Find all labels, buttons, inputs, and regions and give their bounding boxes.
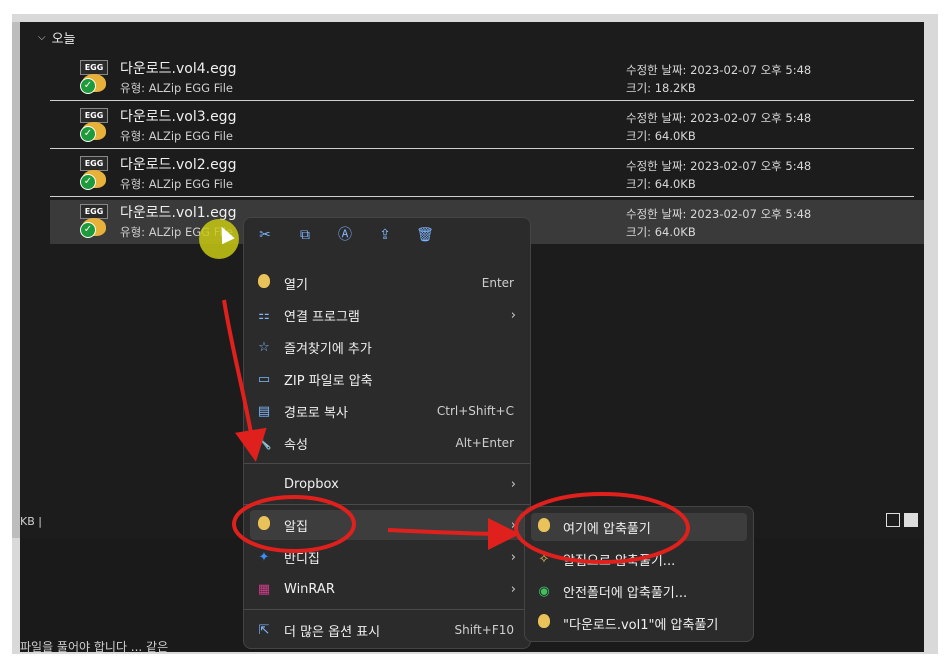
sync-check-icon: ✓ — [80, 78, 96, 94]
submenu-extract-here[interactable]: 여기에 압축풀기 — [531, 513, 747, 541]
file-size: 크기: 64.0KB — [626, 177, 696, 191]
file-date: 수정한 날짜: 2023-02-07 오후 5:48 — [626, 207, 812, 221]
menu-item-properties[interactable]: 🔧 속성 Alt+Enter — [250, 428, 524, 458]
winrar-icon: ▦ — [257, 581, 271, 597]
menu-item-add-favorite[interactable]: ☆ 즐겨찾기에 추가 — [250, 332, 524, 362]
file-type: 유형: ALZip EGG File — [120, 177, 233, 191]
view-toggle[interactable] — [886, 513, 918, 527]
egg-icon — [531, 518, 557, 536]
group-header[interactable]: ⌵ 오늘 — [38, 28, 76, 47]
file-row[interactable]: EGG ✓ 다운로드.vol2.egg 유형: ALZip EGG File 수정… — [50, 152, 914, 197]
wrench-icon: 🔧 — [255, 435, 273, 451]
menu-item-open[interactable]: 열기 Enter — [250, 268, 524, 298]
submenu-extract-with-alzip[interactable]: ✧ 알집으로 압축풀기... — [531, 545, 747, 573]
file-name: 다운로드.vol3.egg — [120, 109, 237, 125]
details-view-icon[interactable] — [886, 513, 900, 527]
file-type: 유형: ALZip EGG File — [120, 129, 233, 143]
file-row[interactable]: EGG ✓ 다운로드.vol3.egg 유형: ALZip EGG File 수정… — [50, 104, 914, 149]
menu-item-copy-path[interactable]: ▤ 경로로 복사 Ctrl+Shift+C — [250, 396, 524, 426]
egg-file-icon: EGG ✓ — [80, 108, 110, 142]
sync-check-icon: ✓ — [80, 126, 96, 142]
delete-icon[interactable]: 🗑 — [416, 226, 434, 244]
menu-item-zip[interactable]: ▭ ZIP 파일로 압축 — [250, 364, 524, 394]
sync-check-icon: ✓ — [80, 222, 96, 238]
menu-item-bandizip[interactable]: ✦ 반디집 › — [250, 542, 524, 572]
rename-icon[interactable]: Ⓐ — [336, 226, 354, 244]
file-date: 수정한 날짜: 2023-02-07 오후 5:48 — [626, 63, 812, 77]
open-with-icon: ⚏ — [258, 307, 270, 323]
menu-item-alzip[interactable]: 알집 › — [250, 510, 524, 540]
safe-folder-icon: ◉ — [538, 583, 550, 599]
chevron-right-icon: › — [510, 476, 516, 492]
menu-separator — [244, 463, 530, 464]
alzip-submenu: 여기에 압축풀기 ✧ 알집으로 압축풀기... ◉ 안전폴더에 압축풀기... … — [524, 506, 754, 642]
menu-separator — [244, 504, 530, 505]
menu-item-winrar[interactable]: ▦ WinRAR › — [250, 574, 524, 604]
bandizip-icon: ✦ — [258, 549, 270, 565]
file-date: 수정한 날짜: 2023-02-07 오후 5:48 — [626, 111, 812, 125]
chevron-right-icon: › — [510, 549, 516, 565]
egg-file-icon: EGG ✓ — [80, 204, 110, 238]
egg-icon — [531, 614, 557, 632]
file-row[interactable]: EGG ✓ 다운로드.vol4.egg 유형: ALZip EGG File 수정… — [50, 56, 914, 101]
context-menu: ✂ ⧉ Ⓐ ⇪ 🗑 열기 Enter ⚏ 연결 프로그램 › ☆ 즐겨찾기에 추… — [243, 217, 531, 649]
egg-file-icon: EGG ✓ — [80, 156, 110, 190]
file-size: 크기: 64.0KB — [626, 129, 696, 143]
more-options-icon: ⇱ — [258, 622, 270, 638]
file-date: 수정한 날짜: 2023-02-07 오후 5:48 — [626, 159, 812, 173]
menu-item-more-options[interactable]: ⇱ 더 많은 옵션 표시 Shift+F10 — [250, 615, 524, 645]
menu-separator — [244, 609, 530, 610]
egg-icon — [250, 274, 278, 292]
chevron-right-icon: › — [510, 307, 516, 323]
window-left-border — [12, 22, 20, 538]
sync-check-icon: ✓ — [80, 174, 96, 190]
file-name: 다운로드.vol4.egg — [120, 61, 237, 77]
file-size: 크기: 18.2KB — [626, 81, 696, 95]
alzip-extract-icon: ✧ — [538, 551, 550, 567]
status-bar-size: KB | — [20, 515, 42, 528]
group-header-label: 오늘 — [51, 32, 76, 47]
background-text: 파일을 풀어야 합니다 ... 같은 — [20, 640, 169, 654]
menu-item-open-with[interactable]: ⚏ 연결 프로그램 › — [250, 300, 524, 330]
submenu-extract-to-folder[interactable]: "다운로드.vol1"에 압축풀기 — [531, 609, 747, 637]
copy-icon[interactable]: ⧉ — [296, 226, 314, 244]
cut-icon[interactable]: ✂ — [256, 226, 274, 244]
zip-folder-icon: ▭ — [257, 371, 271, 387]
submenu-extract-safe-folder[interactable]: ◉ 안전폴더에 압축풀기... — [531, 577, 747, 605]
share-icon[interactable]: ⇪ — [376, 226, 394, 244]
file-type: 유형: ALZip EGG File — [120, 81, 233, 95]
egg-icon — [250, 516, 278, 534]
tiles-view-icon[interactable] — [904, 513, 918, 527]
file-size: 크기: 64.0KB — [626, 225, 696, 239]
chevron-right-icon: › — [510, 581, 516, 597]
file-name: 다운로드.vol2.egg — [120, 157, 237, 173]
copy-path-icon: ▤ — [257, 403, 271, 419]
quick-action-bar: ✂ ⧉ Ⓐ ⇪ 🗑 — [256, 226, 434, 244]
chevron-right-icon: › — [510, 517, 516, 533]
chevron-down-icon: ⌵ — [38, 32, 46, 43]
star-icon: ☆ — [258, 339, 270, 355]
menu-item-dropbox[interactable]: Dropbox › — [250, 469, 524, 499]
egg-file-icon: EGG ✓ — [80, 60, 110, 94]
